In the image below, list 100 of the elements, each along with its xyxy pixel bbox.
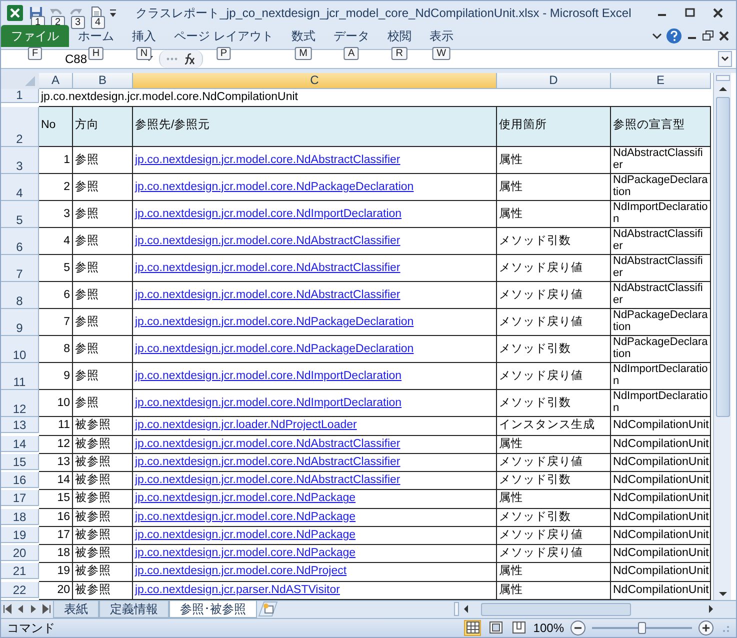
row-header[interactable]: 17 (1, 490, 39, 506)
table-cell: 14 (39, 472, 73, 490)
column-header[interactable]: A (39, 73, 73, 90)
table-cell: 参照 (73, 309, 133, 336)
keytip: N (136, 47, 152, 60)
link[interactable]: jp.co.nextdesign.jcr.model.core.NdAbstractClassifier (133, 472, 497, 490)
row-header[interactable]: 20 (1, 545, 39, 562)
ribbon-tab[interactable]: 表示 (420, 25, 462, 48)
ribbon-tab[interactable]: データ (324, 25, 378, 48)
column-header[interactable]: E (611, 73, 711, 90)
ribbon-tab[interactable]: 挿入 (123, 25, 165, 48)
row-header[interactable]: 3 (1, 147, 39, 174)
ribbon-tab[interactable]: ページ レイアウト (165, 25, 282, 48)
row-header[interactable]: 18 (1, 508, 39, 525)
link[interactable]: jp.co.nextdesign.jcr.model.core.NdAbstractClassifier (133, 454, 497, 472)
link[interactable]: jp.co.nextdesign.jcr.model.core.NdPackageDeclaration (133, 336, 497, 364)
link[interactable]: jp.co.nextdesign.jcr.loader.NdProjectLoader (133, 417, 497, 436)
table-cell: 13 (39, 454, 73, 472)
row-header[interactable]: 11 (1, 363, 39, 390)
row-header[interactable]: 16 (1, 472, 39, 488)
table-cell: メソッド戻り値 (497, 282, 611, 310)
row-header[interactable]: 7 (1, 255, 39, 282)
ribbon-tab[interactable]: 数式 (282, 25, 324, 48)
link[interactable]: jp.co.nextdesign.jcr.model.core.NdAbstractClassifier (133, 228, 497, 256)
table-cell: NdAbstractClassifier (611, 282, 711, 310)
row-header[interactable]: 5 (1, 201, 39, 228)
link[interactable]: jp.co.nextdesign.jcr.model.core.NdAbstractClassifier (133, 255, 497, 282)
column-header[interactable]: B (73, 73, 133, 90)
zoom-level[interactable]: 100% (533, 618, 564, 637)
row-header[interactable]: 4 (1, 174, 39, 202)
ribbon-tab[interactable]: 校閲 (378, 25, 420, 48)
column-heading: 参照の宣言型 (611, 107, 711, 148)
page-break-icon[interactable] (512, 621, 526, 634)
column-header[interactable]: C (133, 73, 497, 90)
row-header[interactable]: 1 (1, 89, 39, 104)
keytip: F (28, 47, 42, 60)
sheet-tab[interactable]: 表紙 (53, 600, 99, 618)
table-cell: 10 (39, 390, 73, 418)
column-header[interactable]: D (497, 73, 611, 90)
link[interactable]: jp.co.nextdesign.jcr.model.core.NdPackage (133, 526, 497, 546)
table-cell: 参照 (73, 282, 133, 310)
zoom-out-icon[interactable] (570, 620, 586, 636)
close-icon[interactable] (718, 30, 730, 42)
table-cell: 16 (39, 508, 73, 527)
table-cell: NdCompilationUnit (611, 472, 711, 490)
table-cell: 5 (39, 255, 73, 282)
link[interactable]: jp.co.nextdesign.jcr.model.core.NdPackage (133, 508, 497, 527)
sheet-tab[interactable]: 参照･被参照 (169, 600, 257, 618)
table-cell: 属性 (497, 174, 611, 202)
row-header[interactable]: 22 (1, 582, 39, 598)
link[interactable]: jp.co.nextdesign.jcr.model.core.NdPackageDeclaration (133, 309, 497, 336)
link[interactable]: jp.co.nextdesign.jcr.model.core.NdImportDeclaration (133, 390, 497, 418)
zoom-in-icon[interactable] (698, 620, 714, 636)
table-cell: 被参照 (73, 417, 133, 436)
chevron-icon[interactable] (652, 31, 662, 42)
insert-sheet-icon[interactable] (257, 601, 279, 618)
page-layout-icon[interactable] (488, 621, 503, 634)
row-header[interactable]: 21 (1, 563, 39, 580)
status-text: コマンド (7, 620, 55, 637)
name-box[interactable]: C88 (65, 50, 88, 68)
split-handle-icon[interactable] (716, 75, 730, 82)
slider-thumb[interactable] (638, 622, 646, 634)
close-icon[interactable] (711, 6, 725, 20)
scrollbar-thumb[interactable] (481, 602, 631, 616)
link[interactable]: jp.co.nextdesign.jcr.model.core.NdAbstractClassifier (133, 436, 497, 454)
link[interactable]: jp.co.nextdesign.jcr.model.core.NdPackage (133, 545, 497, 564)
normal-view-icon[interactable] (466, 621, 480, 634)
row-header[interactable]: 10 (1, 336, 39, 364)
sheet-tab[interactable]: 定義情報 (99, 600, 169, 618)
row-header[interactable]: 13 (1, 417, 39, 434)
link[interactable]: jp.co.nextdesign.jcr.model.core.NdPackageDeclaration (133, 174, 497, 202)
table-cell: 被参照 (73, 472, 133, 490)
table-cell: 被参照 (73, 508, 133, 527)
table-cell: 7 (39, 309, 73, 336)
split-handle-icon[interactable] (454, 602, 459, 616)
fx-icon[interactable] (182, 53, 196, 66)
table-cell: 属性 (497, 147, 611, 174)
link[interactable]: jp.co.nextdesign.jcr.model.core.NdProject (133, 563, 497, 582)
help-icon[interactable] (666, 28, 682, 44)
link[interactable]: jp.co.nextdesign.jcr.model.core.NdAbstractClassifier (133, 282, 497, 310)
last-sheet-icon[interactable] (40, 602, 53, 616)
scrollbar-thumb[interactable] (716, 97, 730, 418)
row-header[interactable]: 15 (1, 454, 39, 470)
dropdown-icon[interactable] (109, 7, 117, 20)
first-sheet-icon[interactable] (1, 602, 14, 616)
row-header[interactable]: 6 (1, 228, 39, 256)
row-header[interactable]: 14 (1, 436, 39, 452)
link[interactable]: jp.co.nextdesign.jcr.model.core.NdPackage (133, 490, 497, 509)
link[interactable]: jp.co.nextdesign.jcr.model.core.NdImportDeclaration (133, 363, 497, 390)
link[interactable]: jp.co.nextdesign.jcr.model.core.NdImportDeclaration (133, 201, 497, 228)
expand-icon[interactable] (718, 51, 732, 68)
row-header[interactable]: 2 (1, 107, 39, 148)
row-header[interactable]: 19 (1, 526, 39, 543)
row-header[interactable]: 8 (1, 282, 39, 310)
table-cell: メソッド戻り値 (497, 363, 611, 390)
scroll-right-icon[interactable] (706, 603, 716, 616)
link[interactable]: jp.co.nextdesign.jcr.model.core.NdAbstractClassifier (133, 147, 497, 174)
row-header[interactable]: 12 (1, 390, 39, 418)
row-header[interactable]: 9 (1, 309, 39, 336)
restore-icon[interactable] (702, 30, 714, 42)
